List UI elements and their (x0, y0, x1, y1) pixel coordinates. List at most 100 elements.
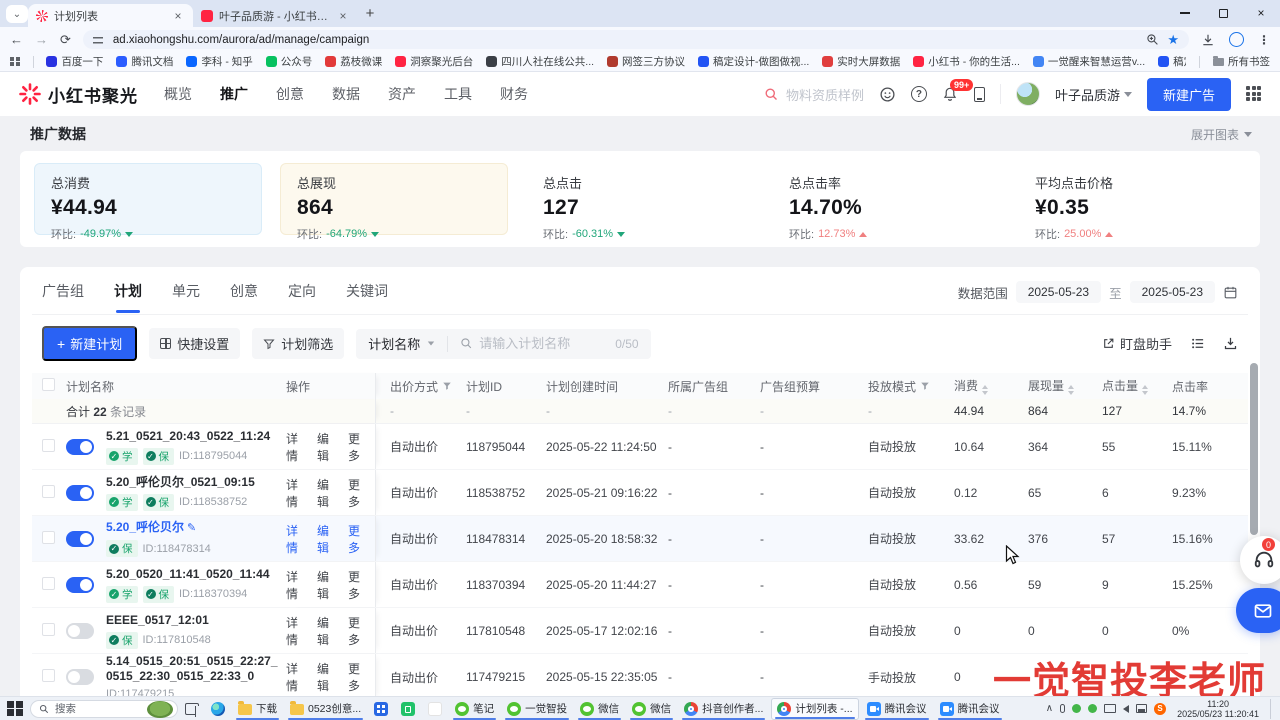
new-plan-button[interactable]: + 新建计划 (42, 326, 137, 361)
taskbar-app-下载[interactable]: 下载 (233, 698, 282, 720)
stat-card[interactable]: 总点击率14.70%环比:12.73% (772, 163, 1000, 235)
taskbar-app[interactable] (369, 698, 393, 720)
account-avatar[interactable] (1016, 82, 1040, 106)
taskbar-app[interactable] (206, 698, 230, 720)
bookmark-item[interactable]: 荔枝微课 (325, 54, 382, 69)
url-field[interactable]: ad.xiaohongshu.com/aurora/ad/manage/camp… (83, 30, 1189, 49)
action-详情[interactable]: 详情 (286, 430, 307, 464)
minimize-button[interactable] (1166, 0, 1204, 26)
action-更多[interactable]: 更多 (348, 568, 369, 602)
nav-item-概览[interactable]: 概览 (164, 84, 192, 104)
bookmark-item[interactable]: 稿定设计-做图做视... (1158, 54, 1186, 69)
row-checkbox[interactable] (42, 439, 55, 452)
tab-定向[interactable]: 定向 (288, 281, 316, 313)
printer-icon[interactable] (1136, 704, 1147, 713)
bookmarks-apps-icon[interactable] (10, 57, 20, 67)
start-button[interactable] (3, 698, 27, 720)
action-详情[interactable]: 详情 (286, 660, 307, 694)
search-field-select[interactable]: 计划名称 (356, 334, 447, 353)
close-tab-icon[interactable]: × (336, 9, 350, 23)
taskbar-app-腾讯会议[interactable]: 腾讯会议 (935, 698, 1005, 720)
action-详情[interactable]: 详情 (286, 568, 307, 602)
select-all-checkbox[interactable] (42, 378, 55, 391)
task-view-icon[interactable] (185, 703, 199, 715)
action-编辑[interactable]: 编辑 (317, 476, 338, 510)
back-button[interactable]: ← (10, 32, 23, 47)
action-更多[interactable]: 更多 (348, 660, 369, 694)
bookmark-item[interactable]: 四川人社在线公共... (486, 54, 594, 69)
bookmark-item[interactable]: 小红书 - 你的生活... (913, 54, 1020, 69)
row-checkbox[interactable] (42, 485, 55, 498)
plan-name[interactable]: 5.21_0521_20:43_0522_11:24 (106, 429, 270, 444)
message-button[interactable] (1236, 588, 1280, 633)
url-text[interactable]: ad.xiaohongshu.com/aurora/ad/manage/camp… (113, 34, 1138, 46)
nav-item-推广[interactable]: 推广 (220, 84, 248, 104)
column-settings-icon[interactable] (1190, 336, 1205, 351)
nav-item-资产[interactable]: 资产 (388, 84, 416, 104)
bookmark-item[interactable]: 公众号 (266, 54, 313, 69)
tray-expand-icon[interactable]: ∧ (1046, 703, 1053, 714)
edit-pencil-icon[interactable]: ✎ (187, 522, 196, 534)
tab-计划[interactable]: 计划 (114, 281, 142, 313)
action-编辑[interactable]: 编辑 (317, 430, 338, 464)
maximize-button[interactable] (1204, 0, 1242, 26)
help-icon[interactable]: ? (911, 86, 927, 102)
customer-service-button[interactable]: 0 (1240, 536, 1280, 584)
bookmark-item[interactable]: 腾讯文档 (116, 54, 173, 69)
reload-button[interactable]: ⟳ (60, 32, 71, 48)
taskbar-app[interactable] (423, 698, 447, 720)
bookmark-item[interactable]: 网签三方协议 (607, 54, 685, 69)
taskbar-clock[interactable]: 11:20 2025/05/23 11:20:41 (1173, 699, 1263, 719)
profile-avatar-icon[interactable] (1229, 32, 1244, 47)
bookmark-star-icon[interactable]: ★ (1167, 32, 1179, 48)
taskbar-app-微信[interactable]: 微信 (627, 698, 676, 720)
taskbar-app[interactable] (396, 698, 420, 720)
close-window-button[interactable]: × (1242, 0, 1280, 26)
plan-search-input[interactable] (479, 336, 609, 351)
wechat-tray-icon[interactable] (1072, 704, 1081, 713)
plan-filter-button[interactable]: 计划筛选 (252, 328, 344, 359)
taskbar-app-计划列表 -...[interactable]: 计划列表 -... (771, 698, 858, 720)
action-编辑[interactable]: 编辑 (317, 660, 338, 694)
action-编辑[interactable]: 编辑 (317, 568, 338, 602)
plan-toggle[interactable] (66, 623, 94, 639)
taskbar-app-微信[interactable]: 微信 (575, 698, 624, 720)
action-更多[interactable]: 更多 (348, 430, 369, 464)
action-详情[interactable]: 详情 (286, 614, 307, 648)
plan-toggle[interactable] (66, 439, 94, 455)
col-bid-type[interactable]: 出价方式 (376, 378, 466, 395)
new-ad-button[interactable]: 新建广告 (1147, 78, 1231, 111)
taskbar-app-0523创意...[interactable]: 0523创意... (285, 698, 366, 720)
stat-card[interactable]: 总消费¥44.94环比:-49.97% (34, 163, 262, 235)
tab-search-caret-icon[interactable]: ⌄ (6, 5, 28, 23)
action-编辑[interactable]: 编辑 (317, 522, 338, 556)
action-详情[interactable]: 详情 (286, 476, 307, 510)
plan-name[interactable]: 5.20_呼伦贝尔_0521_09:15 (106, 475, 255, 490)
tab-广告组[interactable]: 广告组 (42, 281, 84, 313)
col-impressions[interactable]: 展现量 (1028, 377, 1102, 395)
nav-item-工具[interactable]: 工具 (444, 84, 472, 104)
stat-card[interactable]: 总展现864环比:-64.79% (280, 163, 508, 235)
bookmark-item[interactable]: 实时大屏数据 (822, 54, 900, 69)
nav-item-财务[interactable]: 财务 (500, 84, 528, 104)
tab-关键词[interactable]: 关键词 (346, 281, 388, 313)
forward-button[interactable]: → (35, 32, 48, 47)
plan-name[interactable]: EEEE_0517_12:01 (106, 613, 211, 628)
plan-toggle[interactable] (66, 531, 94, 547)
bookmark-item[interactable]: 一觉醒来智慧运营v... (1033, 54, 1145, 69)
plan-name[interactable]: 5.20_呼伦贝尔✎ (106, 520, 211, 536)
new-tab-button[interactable]: + (358, 1, 382, 25)
tab-单元[interactable]: 单元 (172, 281, 200, 313)
row-checkbox[interactable] (42, 531, 55, 544)
calendar-icon[interactable] (1223, 285, 1238, 300)
date-to-field[interactable]: 2025-05-23 (1130, 281, 1215, 303)
monitor-assistant-link[interactable]: 盯盘助手 (1102, 334, 1172, 353)
tab-创意[interactable]: 创意 (230, 281, 258, 313)
table-scrollbar[interactable] (1250, 363, 1258, 535)
sogou-input-icon[interactable]: S (1154, 703, 1166, 715)
taskbar-app-抖音创作者...[interactable]: 抖音创作者... (679, 698, 768, 720)
bookmark-item[interactable]: 洞察聚光后台 (395, 54, 473, 69)
col-delivery-mode[interactable]: 投放模式 (868, 378, 954, 395)
feedback-smiley-icon[interactable] (879, 86, 896, 103)
display-icon[interactable] (1104, 704, 1116, 713)
